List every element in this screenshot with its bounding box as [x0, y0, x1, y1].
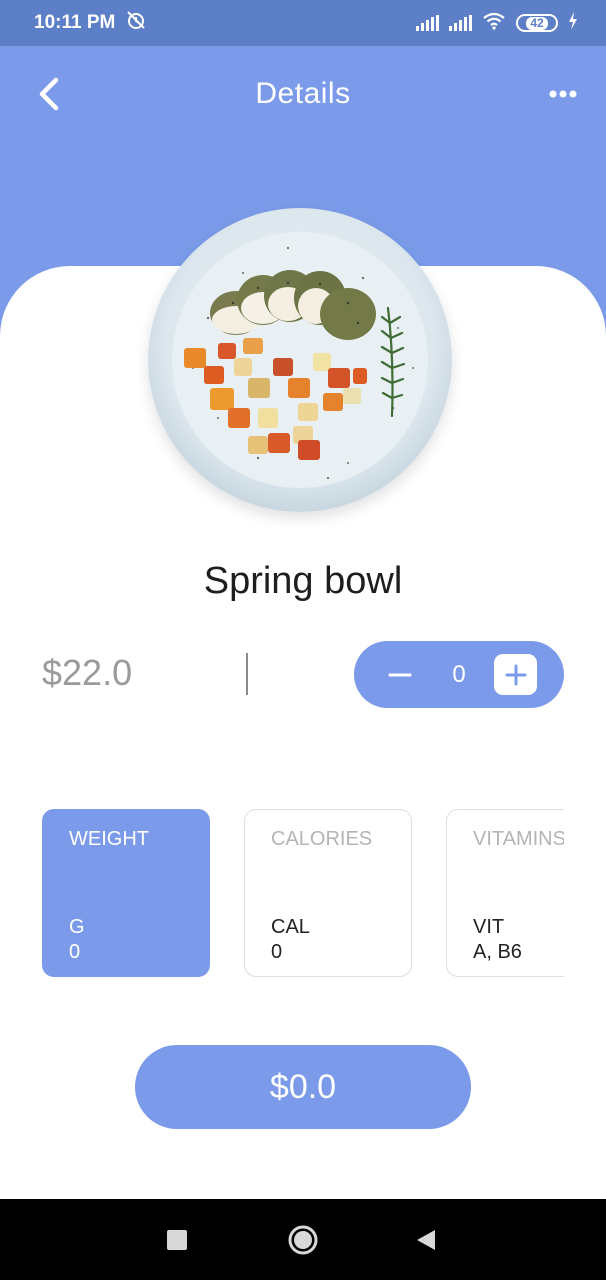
back-button[interactable] — [34, 76, 66, 112]
status-bar: 10:11 PM 42 — [0, 0, 606, 46]
card-title: CALORIES — [271, 828, 373, 850]
nutrition-cards: WEIGHT G 0 CALORIES CAL 0 VITAMINS VIT A… — [42, 808, 564, 980]
status-time: 10:11 PM — [34, 12, 116, 33]
plus-icon — [505, 664, 526, 685]
card-title: WEIGHT — [69, 828, 149, 850]
calories-card[interactable]: CALORIES CAL 0 — [244, 809, 412, 977]
price-divider — [246, 653, 248, 695]
card-value: 0 — [271, 941, 283, 963]
signal-icon — [449, 15, 472, 31]
status-right: 42 — [416, 11, 578, 35]
card-title: VITAMINS — [473, 828, 564, 850]
recent-apps-icon[interactable] — [167, 1230, 187, 1250]
battery-icon: 42 — [516, 14, 558, 32]
battery-level: 42 — [526, 16, 548, 30]
card-unit: G — [69, 916, 85, 938]
back-icon[interactable] — [415, 1228, 437, 1252]
quantity-stepper: 0 — [354, 641, 564, 708]
chevron-left-icon — [39, 77, 59, 111]
card-unit: VIT — [473, 916, 505, 938]
charging-icon — [568, 11, 578, 35]
product-name: Spring bowl — [203, 560, 403, 602]
vitamins-card[interactable]: VITAMINS VIT A, B6 — [446, 809, 564, 977]
card-value: A, B6 — [473, 941, 522, 963]
page-title: Details — [255, 77, 351, 110]
quantity-value: 0 — [452, 661, 466, 688]
status-left: 10:11 PM — [34, 9, 147, 37]
home-icon[interactable] — [287, 1224, 319, 1256]
card-unit: CAL — [271, 916, 310, 938]
signal-icon — [416, 15, 439, 31]
card-value: 0 — [69, 941, 81, 963]
decrease-quantity-button[interactable] — [388, 664, 412, 686]
system-navigation-bar — [0, 1199, 606, 1280]
top-app-bar: Details — [0, 46, 606, 142]
alarm-off-icon — [125, 9, 147, 37]
weight-card[interactable]: WEIGHT G 0 — [42, 809, 210, 977]
product-price: $22.0 — [42, 652, 133, 693]
more-horizontal-icon — [549, 90, 577, 98]
total-price-button[interactable]: $0.0 — [135, 1045, 471, 1129]
minus-icon — [388, 673, 412, 677]
increase-quantity-button[interactable] — [494, 654, 537, 695]
wifi-icon — [482, 12, 506, 35]
more-options-button[interactable] — [548, 86, 580, 102]
product-image — [148, 208, 452, 512]
